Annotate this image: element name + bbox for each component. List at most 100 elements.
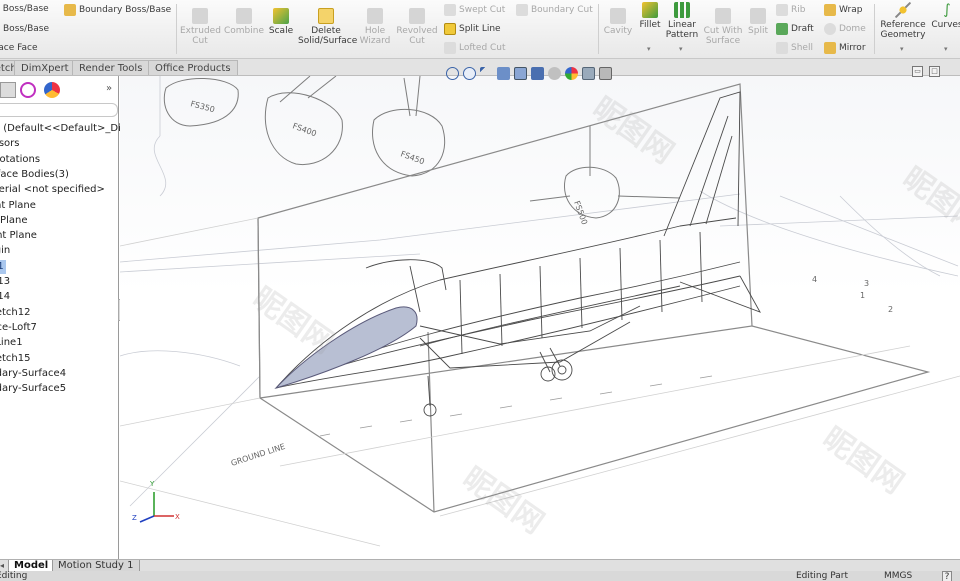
revolved-cut-button[interactable]: Revolved Cut	[396, 8, 438, 46]
hole-wizard-label: Hole Wizard	[359, 26, 391, 46]
lofted-boss-button[interactable]: Lofted Boss/Base	[0, 24, 49, 34]
feature-manager-panel: » Part1 (Default<<Default>_DisplaySensor…	[0, 76, 147, 559]
feature-tree-item[interactable]: Plane13	[0, 275, 10, 289]
hide-show-items-icon[interactable]	[548, 66, 561, 80]
linear-pattern-button[interactable]: Linear Pattern	[664, 2, 700, 40]
property-manager-icon[interactable]	[0, 82, 16, 98]
canopy-surface[interactable]	[274, 306, 418, 390]
restore-viewport-icon[interactable]: ▭	[912, 66, 923, 77]
model-viewport[interactable]: FS350 FS400 FS450 FS500 GROUND LINE 1 2 …	[120, 76, 960, 559]
graphics-area[interactable]: FS350 FS400 FS450 FS500 GROUND LINE 1 2 …	[120, 76, 960, 559]
scene-icon[interactable]	[582, 66, 595, 80]
label-fs500: FS500	[572, 200, 589, 226]
configuration-manager-icon[interactable]	[20, 82, 36, 98]
feature-tree-item[interactable]: Front Plane	[0, 199, 36, 213]
feature-tree-item-label: 3DSketch12	[0, 306, 31, 318]
hole-wizard-button[interactable]: Hole Wizard	[358, 8, 392, 46]
scale-icon	[273, 8, 289, 24]
fillet-button[interactable]: Fillet	[636, 2, 664, 30]
tab-office-products[interactable]: Office Products	[148, 60, 238, 75]
feature-tree-filter[interactable]	[0, 103, 118, 117]
reference-planes-box	[257, 83, 931, 513]
fillet-label: Fillet	[639, 20, 661, 30]
feature-tree-item[interactable]: Surface-Loft7	[0, 321, 37, 335]
reference-geometry-button[interactable]: Reference Geometry	[878, 2, 928, 40]
feature-tree-item[interactable]: Right Plane	[0, 229, 37, 243]
rib-button[interactable]: Rib	[776, 4, 805, 16]
feature-tree-item[interactable]: Boundary-Surface4	[0, 367, 66, 381]
feature-tree-item[interactable]: Top Plane	[0, 214, 27, 228]
linear-pattern-dropdown-icon[interactable]: ▾	[679, 45, 683, 53]
aircraft-wireframe	[275, 91, 761, 417]
feature-tree-item[interactable]: Annotations	[0, 153, 40, 167]
tab-dimxpert[interactable]: DimXpert	[14, 60, 76, 75]
monitor-icon[interactable]	[599, 66, 612, 80]
scale-button[interactable]: Scale	[264, 8, 298, 36]
cut-with-surface-icon	[715, 8, 731, 24]
draft-button[interactable]: Draft	[776, 23, 814, 35]
surface-face-button[interactable]: Surface Face	[0, 43, 38, 53]
reference-geometry-dropdown-icon[interactable]: ▾	[900, 45, 904, 53]
status-units[interactable]: MMGS	[884, 571, 912, 581]
feature-tree-item[interactable]: Boundary-Surface5	[0, 382, 66, 396]
zoom-to-fit-icon[interactable]	[446, 66, 459, 80]
cut-with-surface-label: Cut With Surface	[703, 26, 743, 46]
boundary-boss-button[interactable]: Boundary Boss/Base	[64, 4, 171, 16]
tab-scroll-left-icon[interactable]: ◂	[0, 561, 7, 570]
previous-view-icon[interactable]	[480, 66, 493, 80]
feature-tree-item[interactable]: Plane1	[0, 259, 6, 274]
wrap-button[interactable]: Wrap	[824, 4, 862, 16]
cut-with-surface-button[interactable]: Cut With Surface	[702, 8, 744, 46]
display-style-icon[interactable]	[531, 66, 544, 80]
feature-tree-item[interactable]: Sensors	[0, 137, 20, 151]
feature-tree-item-label: Plane14	[0, 291, 11, 303]
shell-button[interactable]: Shell	[776, 42, 813, 54]
feature-tree-item[interactable]: Material <not specified>	[0, 183, 105, 197]
ribbon-separator	[598, 4, 599, 54]
hole-wizard-icon	[367, 8, 383, 24]
label-fs400: FS400	[291, 121, 317, 138]
curves-button[interactable]: ∫ Curves	[930, 2, 960, 30]
view-orientation-icon[interactable]	[514, 66, 527, 80]
curves-dropdown-icon[interactable]: ▾	[944, 45, 948, 53]
feature-tree-item[interactable]: Plane14	[0, 290, 10, 304]
maximize-viewport-icon[interactable]: □	[929, 66, 940, 77]
tab-render-tools[interactable]: Render Tools	[72, 60, 150, 75]
scale-label: Scale	[268, 26, 294, 36]
extruded-cut-label: Extruded Cut	[180, 26, 221, 46]
lofted-cut-button[interactable]: Lofted Cut	[444, 42, 506, 54]
feature-tree-item[interactable]: Split Line1	[0, 336, 23, 350]
appearance-icon[interactable]	[565, 66, 578, 80]
feature-tree-item[interactable]: 3DSketch12	[0, 306, 30, 320]
help-icon[interactable]: ?	[942, 571, 952, 581]
boundary-cut-label: Boundary Cut	[531, 5, 593, 15]
linear-pattern-label: Linear Pattern	[665, 20, 699, 40]
section-view-icon[interactable]	[497, 66, 510, 80]
mirror-label: Mirror	[839, 43, 866, 53]
label-num-2: 2	[888, 305, 893, 314]
zoom-to-area-icon[interactable]	[463, 66, 476, 80]
extruded-cut-button[interactable]: Extruded Cut	[180, 8, 221, 46]
boundary-cut-button[interactable]: Boundary Cut	[516, 4, 593, 16]
feature-tree-item[interactable]: Surface Bodies(3)	[0, 168, 69, 182]
display-manager-icon[interactable]	[44, 82, 60, 98]
fillet-dropdown-icon[interactable]: ▾	[647, 45, 651, 53]
reference-geometry-icon	[895, 2, 911, 18]
model-tabs-bar: ◂ Model Motion Study 1	[0, 559, 960, 572]
cavity-button[interactable]: Cavity	[602, 8, 634, 36]
feature-tree-item-label: Plane13	[0, 276, 11, 287]
rib-icon	[776, 4, 788, 16]
fillet-icon	[642, 2, 658, 18]
mirror-button[interactable]: Mirror	[824, 42, 866, 54]
feature-tree-item[interactable]: 3DSketch15	[0, 352, 30, 366]
expand-panel-icon[interactable]: »	[106, 83, 112, 94]
delete-solid-button[interactable]: Delete Solid/Surface	[298, 8, 357, 46]
combine-button[interactable]: Combine	[224, 8, 264, 36]
swept-boss-button[interactable]: Swept Boss/Base	[0, 4, 49, 14]
swept-cut-button[interactable]: Swept Cut	[444, 4, 505, 16]
wrap-icon	[824, 4, 836, 16]
split-button[interactable]: Split	[746, 8, 770, 36]
dome-button[interactable]: Dome	[824, 23, 866, 35]
feature-tree-item[interactable]: Origin	[0, 244, 10, 258]
split-line-button[interactable]: Split Line	[444, 23, 501, 35]
